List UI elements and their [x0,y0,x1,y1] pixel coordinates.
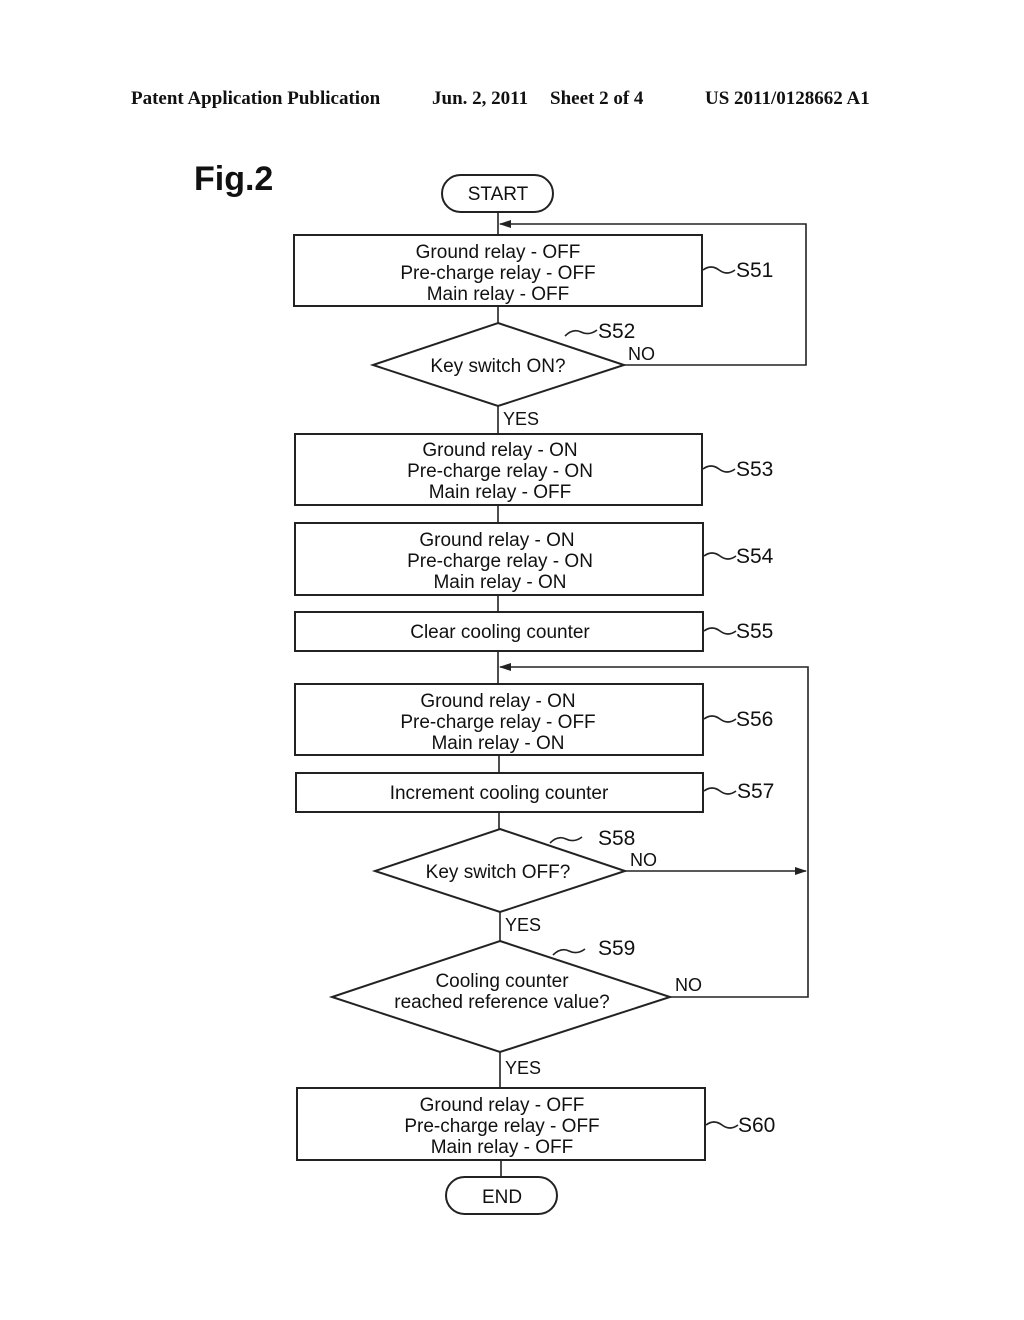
step-s53: Ground relay - ON Pre-charge relay - ON … [294,433,703,506]
leader-s58 [549,836,583,844]
step-line: Ground relay - OFF [420,1095,585,1116]
leader-s54 [703,552,737,560]
step-id-label: S59 [598,937,635,960]
step-line: Main relay - ON [433,572,566,593]
branch-yes-label: YES [505,1058,541,1078]
end-label: END [482,1187,522,1208]
leader-s55 [703,627,737,635]
step-id-label: S58 [598,827,635,850]
start-terminal: START [441,174,554,213]
start-label: START [468,184,529,205]
step-s56: Ground relay - ON Pre-charge relay - OFF… [294,683,704,756]
step-s51: Ground relay - OFF Pre-charge relay - OF… [293,234,703,307]
step-line: Clear cooling counter [410,622,590,643]
step-s54: Ground relay - ON Pre-charge relay - ON … [294,522,704,596]
step-line: Pre-charge relay - OFF [404,1116,599,1137]
step-line: Main relay - OFF [431,1137,574,1158]
leader-s52 [564,329,598,337]
step-line: Ground relay - ON [419,530,574,551]
step-id-label: S56 [736,708,773,731]
step-line: Main relay - ON [431,733,564,754]
step-line: Pre-charge relay - OFF [400,263,595,284]
branch-yes-label: YES [505,915,541,935]
step-line: Main relay - OFF [427,284,570,305]
step-id-label: S57 [737,780,774,803]
branch-no-label: NO [630,850,657,870]
step-id-label: S60 [738,1114,775,1137]
step-line: Main relay - OFF [429,482,572,503]
step-id-label: S51 [736,259,773,282]
decision-text: Cooling counter [435,971,569,992]
step-line: Ground relay - ON [420,691,575,712]
step-s60: Ground relay - OFF Pre-charge relay - OF… [296,1087,706,1161]
step-line: Ground relay - ON [422,440,577,461]
leader-s57 [703,787,737,795]
step-line: Increment cooling counter [390,783,609,804]
decision-text: reached reference value? [394,992,609,1013]
step-s59: Cooling counter reached reference value?… [328,939,702,1078]
step-s57: Increment cooling counter [295,772,704,813]
branch-no-label: NO [675,975,702,995]
step-s55: Clear cooling counter [294,611,704,652]
step-id-label: S53 [736,458,773,481]
step-id-label: S52 [598,320,635,343]
step-id-label: S55 [736,620,773,643]
step-line: Pre-charge relay - OFF [400,712,595,733]
step-line: Pre-charge relay - ON [407,551,593,572]
leader-s59 [552,948,586,956]
leader-s51 [702,266,736,274]
end-terminal: END [445,1176,558,1215]
leader-s53 [702,465,736,473]
branch-yes-label: YES [503,409,539,429]
step-line: Ground relay - OFF [416,242,581,263]
branch-no-label: NO [628,344,655,364]
decision-text: Key switch ON? [430,356,565,377]
step-line: Pre-charge relay - ON [407,461,593,482]
flowchart: START END Ground relay - OFF Pre-charge … [293,174,809,1215]
leader-s56 [703,715,737,723]
decision-text: Key switch OFF? [426,862,571,883]
leader-s60 [705,1121,739,1129]
step-id-label: S54 [736,545,774,568]
